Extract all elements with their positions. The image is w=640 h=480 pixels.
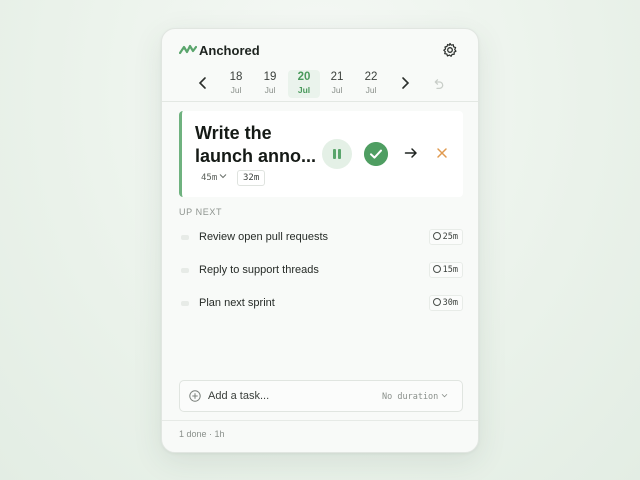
add-task-input[interactable]: Add a task... No duration [179,380,463,412]
drag-handle-icon[interactable] [181,235,189,240]
drag-handle-icon[interactable] [181,268,189,273]
footer-summary: 1 done · 1h [179,429,225,439]
up-next-heading: UP NEXT [179,207,223,217]
app-title: Anchored [199,43,260,58]
queue-item[interactable]: Plan next sprint 30m [179,290,463,318]
duration-select[interactable]: No duration [382,392,448,402]
header: Anchored [162,29,478,73]
date-18[interactable]: 18 Jul [220,70,252,98]
pause-button[interactable] [322,139,352,169]
duration-badge: 15m [428,262,463,278]
clock-icon [432,298,441,306]
app-window: Anchored 18 Jul 19 Jul 20 Jul 21 Jul 22 … [161,28,479,453]
chevron-down-icon [219,174,227,179]
date-bar: 18 Jul 19 Jul 20 Jul 21 Jul 22 Jul [162,69,478,99]
logo-icon [179,44,197,55]
skip-task-button[interactable] [435,146,449,160]
drag-handle-icon[interactable] [181,301,189,306]
queue-item[interactable]: Reply to support threads 15m [179,257,463,285]
gear-icon[interactable] [442,42,458,58]
footer-divider [162,420,478,421]
plus-circle-icon [189,390,201,402]
estimate-dropdown[interactable]: 45m [201,173,227,183]
date-19[interactable]: 19 Jul [254,70,286,98]
add-task-placeholder: Add a task... [208,390,270,402]
duration-badge: 30m [428,295,463,311]
date-20-selected[interactable]: 20 Jul [288,70,320,98]
current-task-card: Write the launch anno... 45m 32m [179,111,463,197]
duration-badge: 25m [428,229,463,245]
current-task-title: Write the launch anno... [195,123,317,166]
clock-icon [432,232,441,240]
undo-icon[interactable] [432,77,446,91]
complete-button[interactable] [364,142,388,166]
date-22[interactable]: 22 Jul [355,70,387,98]
chevron-right-icon[interactable] [398,75,412,91]
clock-icon [432,265,441,273]
date-21[interactable]: 21 Jul [321,70,353,98]
queue-item[interactable]: Review open pull requests 25m [179,224,463,252]
chevron-left-icon[interactable] [196,75,210,91]
next-task-button[interactable] [403,145,419,161]
chevron-down-icon [442,393,448,398]
divider [162,101,478,102]
elapsed-timer: 32m [237,170,266,186]
